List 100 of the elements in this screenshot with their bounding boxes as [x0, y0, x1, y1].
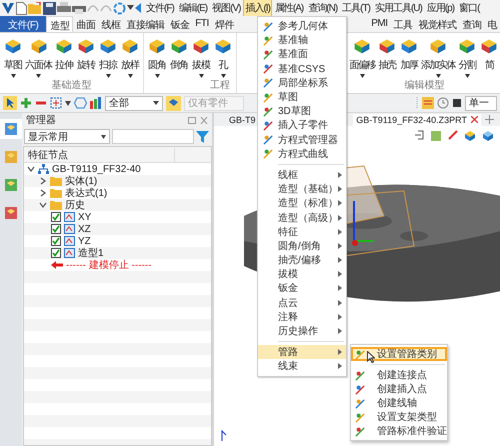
checkbox[interactable]	[51, 248, 61, 258]
cube-icon[interactable]	[482, 130, 494, 142]
caret-icon[interactable]	[154, 74, 160, 78]
menu-option[interactable]: 线框	[258, 168, 346, 182]
ribbon-tool-button[interactable]: 草图	[2, 33, 24, 78]
caret-icon[interactable]	[436, 74, 440, 78]
ribbon-tool-button[interactable]: 扫掠	[97, 33, 119, 78]
caret-icon[interactable]	[464, 74, 470, 78]
menu-option[interactable]: 插入子零件	[258, 118, 346, 132]
checkbox[interactable]	[51, 236, 61, 246]
scope-field[interactable]: 仅有零件	[184, 96, 244, 110]
menu-option[interactable]: 参考几何体	[258, 19, 346, 34]
ribbon-tab[interactable]: 直接编辑	[123, 16, 168, 32]
caret-icon[interactable]	[65, 100, 71, 106]
menu-option[interactable]: 基准面	[258, 47, 346, 62]
menu-item[interactable]: 实用工具(U)	[372, 0, 424, 17]
ribbon-tool-button[interactable]: 倒角	[168, 33, 190, 78]
ribbon-tool-button[interactable]: 六面体	[24, 33, 53, 78]
menu-option[interactable]: 设置支架类型	[351, 410, 447, 424]
ribbon-tool-button[interactable]: 孔	[212, 33, 234, 78]
caret-icon[interactable]	[220, 74, 226, 78]
ribbon-tool-button[interactable]: 添加实体	[420, 33, 456, 78]
caret-icon[interactable]	[360, 74, 365, 78]
caret-icon[interactable]	[106, 74, 110, 78]
ribbon-tab[interactable]: 视觉样式	[416, 16, 460, 32]
caret-icon[interactable]	[128, 74, 132, 78]
add-tab-icon[interactable]	[485, 115, 494, 124]
exit-icon[interactable]	[414, 130, 424, 140]
ribbon-tab[interactable]: 工具	[390, 16, 416, 32]
menu-item[interactable]: 窗口(	[457, 0, 482, 17]
menu-option[interactable]: 方程式曲线	[258, 146, 346, 161]
menu-option[interactable]: 局部坐标系	[258, 76, 346, 90]
plus-icon[interactable]	[20, 97, 32, 109]
menu-option[interactable]: 创建线轴	[351, 396, 447, 410]
ribbon-tab[interactable]: 电	[484, 16, 500, 32]
list-icon[interactable]	[422, 97, 434, 109]
ribbon-tab[interactable]: 焊件	[212, 16, 237, 32]
side-tab[interactable]	[0, 119, 22, 139]
document-tab[interactable]: GB-T9119_FF32-40.Z3PRT	[353, 114, 481, 126]
menu-item[interactable]: 工具(T)	[340, 0, 372, 17]
stop-icon[interactable]	[452, 98, 462, 108]
save-icon[interactable]	[43, 2, 56, 14]
search-field[interactable]	[112, 129, 194, 144]
chevron-icon[interactable]	[39, 189, 47, 197]
caret-icon[interactable]	[198, 74, 204, 78]
ribbon-tool-button[interactable]: 圆角	[146, 33, 168, 78]
ribbon-tab[interactable]: 钣金	[167, 16, 192, 32]
ribbon-tab[interactable]: 造型	[46, 16, 74, 32]
triangle-left-icon[interactable]	[135, 3, 141, 13]
menu-option[interactable]: 草图	[258, 90, 346, 104]
menu-option[interactable]: 创建插入点	[351, 382, 447, 396]
filter-dropdown[interactable]: 全部	[105, 96, 163, 110]
caret-icon[interactable]	[36, 74, 41, 78]
menu-option[interactable]: 造型（基础）	[258, 182, 346, 196]
menu-option[interactable]: 管路	[258, 345, 346, 360]
open-folder-icon[interactable]	[28, 2, 42, 14]
tree-item-label[interactable]: YZ	[78, 236, 91, 246]
ribbon-tool-button[interactable]: 加厚	[398, 33, 420, 78]
menu-option[interactable]: 抽壳/偏移	[258, 253, 346, 268]
menu-item[interactable]: 插入(I)	[243, 0, 272, 17]
part-filter-icon[interactable]	[166, 96, 181, 110]
ribbon-tab[interactable]: PMI	[368, 16, 390, 32]
menu-option[interactable]: 3D草图	[258, 104, 346, 118]
ribbon-tab[interactable]: 文件(F)	[0, 16, 46, 32]
ribbon-tool-button[interactable]: 面偏移	[348, 33, 376, 78]
box-select-icon[interactable]	[50, 97, 62, 109]
menu-option[interactable]: 注释	[258, 310, 346, 324]
menu-option[interactable]: 基准轴	[258, 33, 346, 48]
menu-option[interactable]: 拔模	[258, 267, 346, 282]
minimize-icon[interactable]	[188, 116, 196, 124]
chevron-icon[interactable]	[39, 201, 47, 209]
tree-item-label[interactable]: 表达式(1)	[65, 186, 108, 200]
ribbon-tool-button[interactable]: 抽壳	[376, 33, 398, 78]
menu-item[interactable]: 视图(V)	[210, 0, 242, 17]
toolbar-grip-icon[interactable]	[415, 97, 419, 109]
menu-item[interactable]: 查询(N)	[306, 0, 340, 17]
tree-item-label[interactable]: 实体(1)	[65, 174, 98, 188]
checkbox[interactable]	[51, 224, 61, 234]
document-tab[interactable]: GB-T9	[226, 114, 259, 126]
print-icon[interactable]	[57, 2, 71, 14]
mode-dropdown[interactable]: 单一	[465, 96, 497, 110]
menu-option[interactable]: 设置管路类别	[351, 347, 447, 361]
tree-item-label[interactable]: 历史	[65, 198, 85, 212]
ribbon-tab[interactable]: 查询	[460, 16, 484, 32]
display-filter-dropdown[interactable]: 显示常用	[24, 129, 110, 144]
menu-option[interactable]: 线束	[258, 359, 346, 374]
caret-icon[interactable]	[127, 5, 134, 11]
menu-option[interactable]: 造型（高级）	[258, 210, 346, 225]
menu-item[interactable]: 编辑(E)	[176, 0, 210, 17]
checkbox[interactable]	[51, 212, 61, 222]
menu-item[interactable]: 应用(p)	[424, 0, 456, 17]
ribbon-tool-button[interactable]: 放样	[119, 33, 141, 78]
new-file-icon[interactable]	[16, 2, 27, 14]
chevron-icon[interactable]	[39, 177, 47, 185]
menu-item[interactable]: 属性(A)	[272, 0, 306, 17]
menu-option[interactable]: 管路标准件验证	[351, 424, 447, 438]
tree-item-label[interactable]: GB-T9119_FF32-40	[52, 164, 141, 174]
filter-icon[interactable]	[196, 130, 209, 142]
ribbon-tab[interactable]: 曲面	[73, 16, 98, 32]
caret-icon[interactable]	[10, 74, 16, 78]
